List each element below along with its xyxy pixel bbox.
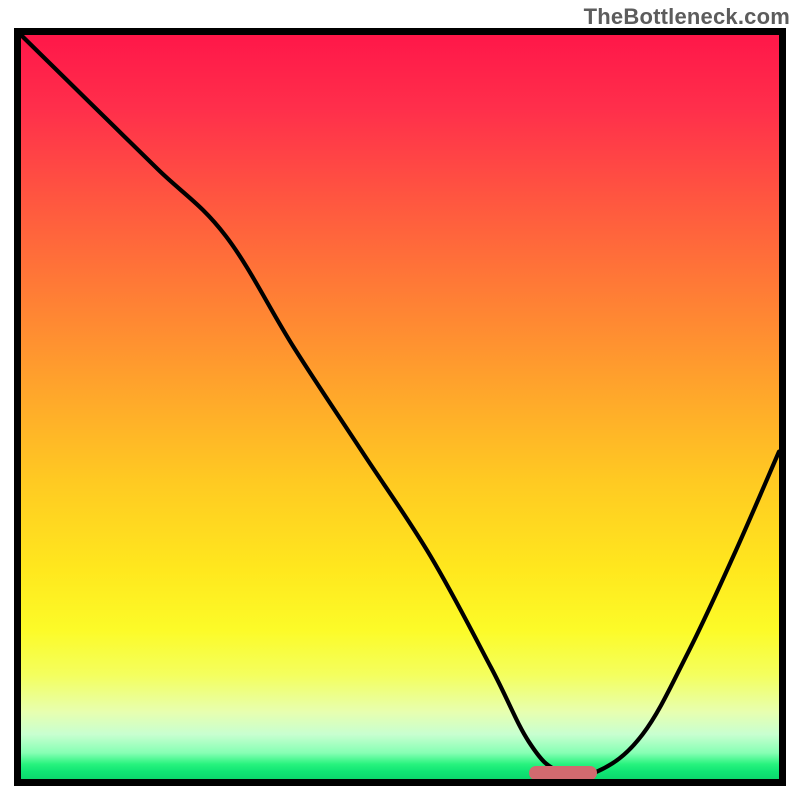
- plot-area: [21, 35, 779, 779]
- bottleneck-curve: [21, 35, 779, 779]
- watermark-text: TheBottleneck.com: [584, 4, 790, 30]
- chart-stage: TheBottleneck.com: [0, 0, 800, 800]
- plot-frame: [14, 28, 786, 786]
- optimal-range-marker: [529, 766, 597, 780]
